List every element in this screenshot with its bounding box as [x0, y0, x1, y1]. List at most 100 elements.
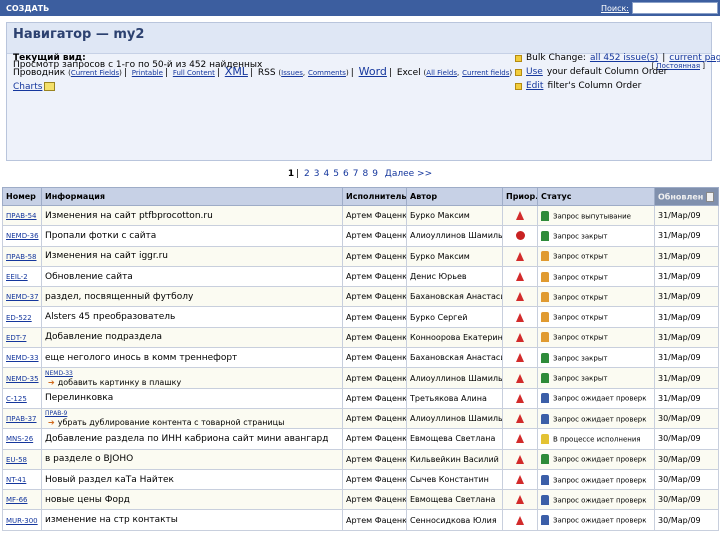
table-row[interactable]: EEIL-2 Обновление сайта Артем Фаценко Денис… — [2, 265, 719, 288]
page-link-3[interactable]: 3 — [312, 169, 322, 179]
issue-summary[interactable]: Изменения на сайт iggr.ru — [45, 251, 168, 261]
table-row[interactable]: ПРАВ-58 Изменения на сайт iggr.ru Артем Фа… — [2, 245, 719, 267]
table-row[interactable]: EU-58 в разделе o BJOHO Артем Фаценко Кильв… — [2, 448, 719, 470]
chart-icon[interactable] — [44, 82, 56, 91]
issue-summary[interactable]: Добавление подраздела — [45, 332, 162, 342]
use-column-order-link[interactable]: Use — [526, 65, 543, 79]
status-cell: Запрос ожидает проверк — [537, 509, 655, 531]
issue-key-link[interactable]: ПРАВ-37 — [6, 415, 37, 423]
charts-link[interactable]: Charts — [13, 82, 42, 92]
table-row[interactable]: ПРАВ-37 ПРАВ-9 ➔ убрать дублирование контен… — [2, 407, 719, 430]
col-header-priority[interactable]: Приор. — [502, 187, 538, 206]
issue-summary[interactable]: Перелинковка — [45, 393, 113, 403]
col-header-info[interactable]: Информация — [41, 187, 343, 206]
excel-current-fields-link[interactable]: Current fields — [462, 69, 509, 77]
table-row[interactable]: ПРАВ-54 Изменения на сайт ptfbprocotton.r… — [2, 204, 719, 227]
table-row[interactable]: NEMD-33 еще неголого инось в комм треннеф… — [2, 347, 719, 369]
page-link-8[interactable]: 8 — [360, 169, 370, 179]
issue-key-link[interactable]: NEMD-36 — [6, 232, 39, 240]
current-fields-link[interactable]: Current Fields — [71, 69, 119, 77]
issue-key-link[interactable]: MNS-26 — [6, 435, 33, 443]
issue-key-link[interactable]: EDT-7 — [6, 334, 26, 342]
issue-key-link[interactable]: NEMD-33 — [6, 354, 39, 362]
printable-link[interactable]: Printable — [132, 69, 163, 77]
status-cell: Запрос закрыт — [537, 367, 655, 389]
table-row[interactable]: NEMD-36 Пропали фотки с сайта Артем Фаценк… — [2, 225, 719, 247]
table-row[interactable]: NT-41 Новый раздел каТа Найтек Артем Фацен… — [2, 468, 719, 491]
issue-summary[interactable]: раздел, посвященный футболу — [45, 292, 193, 302]
create-link[interactable]: СОЗДАТЬ — [6, 4, 49, 13]
col-header-assignee[interactable]: Исполнитель — [342, 187, 407, 206]
edit-column-order-link[interactable]: Edit — [526, 79, 543, 93]
col-header-status[interactable]: Статус — [537, 187, 655, 206]
issue-summary[interactable]: изменение на стр контакты — [45, 515, 178, 525]
bulk-all-link[interactable]: all 452 issue(s) — [590, 51, 658, 65]
col-header-updated[interactable]: Обновлен — [654, 187, 719, 206]
excel-all-fields-link[interactable]: All Fields — [426, 69, 457, 77]
issue-key-link[interactable]: NEMD-35 — [6, 375, 39, 383]
issue-key-cell: NEMD-33 — [2, 347, 42, 369]
issue-key-link[interactable]: ED-522 — [6, 314, 32, 322]
issue-summary[interactable]: Добавление раздела по ИНН кабриона сайт … — [45, 434, 329, 444]
next-page-link[interactable]: Далее >> — [383, 169, 434, 179]
issue-key-link[interactable]: ПРАВ-58 — [6, 253, 37, 261]
issue-key-link[interactable]: NEMD-37 — [6, 293, 39, 301]
issue-summary[interactable]: Обновление сайта — [45, 272, 133, 282]
bulk-current-page-link[interactable]: current page — [669, 51, 720, 65]
page-link-9[interactable]: 9 — [370, 169, 380, 179]
parent-issue-link[interactable]: ПРАВ-9 — [45, 410, 339, 418]
issue-info-cell: еще неголого инось в комм треннефорт — [41, 347, 343, 369]
col-header-author[interactable]: Автор — [406, 187, 503, 206]
issue-key-link[interactable]: MUR-300 — [6, 517, 38, 525]
page-link-7[interactable]: 7 — [351, 169, 361, 179]
table-row[interactable]: С-125 Перелинковка Артем Фаценко Третьякова… — [2, 387, 719, 409]
issue-key-link[interactable]: EEIL-2 — [6, 273, 28, 281]
table-row[interactable]: MUR-300 изменение на стр контакты Артем Фа… — [2, 509, 719, 531]
issue-key-cell: MNS-26 — [2, 428, 42, 450]
xml-link[interactable]: XML — [225, 65, 248, 78]
bulk-change-icon — [515, 54, 522, 62]
subtask-arrow-icon: ➔ — [48, 418, 55, 428]
issue-summary[interactable]: Новый раздел каТа Найтек — [45, 475, 174, 485]
issue-key-link[interactable]: NT-41 — [6, 476, 26, 484]
table-row[interactable]: NEMD-35 NEMD-33 ➔ добавить картинку в плашк… — [2, 367, 719, 389]
status-cell: Запрос ожидает проверк — [537, 407, 655, 430]
rss-issues-link[interactable]: Issues — [281, 69, 303, 77]
page-link-5[interactable]: 5 — [331, 169, 341, 179]
assignee-cell: Артем Фаценко — [342, 326, 407, 349]
rss-comments-link[interactable]: Comments — [308, 69, 346, 77]
status-cell: Запрос ожидает проверк — [537, 448, 655, 470]
issue-key-link[interactable]: MF-66 — [6, 496, 28, 504]
issue-summary[interactable]: в разделе o BJOHO — [45, 454, 133, 464]
issue-summary[interactable]: убрать дублирование контента с товарной … — [58, 418, 285, 427]
issue-key-link[interactable]: EU-58 — [6, 456, 27, 464]
table-row[interactable]: EDT-7 Добавление подраздела Артем Фаценко К… — [2, 326, 719, 349]
status-text: Запрос закрыт — [553, 354, 608, 363]
search-input[interactable] — [632, 2, 718, 14]
issue-key-link[interactable]: ПРАВ-54 — [6, 212, 37, 220]
parent-issue-link[interactable]: NEMD-33 — [45, 370, 339, 378]
issue-summary[interactable]: еще неголого инось в комм треннефорт — [45, 353, 237, 363]
word-link[interactable]: Word — [359, 65, 387, 78]
status-review-icon — [541, 494, 549, 505]
status-review-icon — [541, 474, 549, 485]
page-link-6[interactable]: 6 — [341, 169, 351, 179]
status-cell: Запрос закрыт — [537, 225, 655, 247]
table-row[interactable]: NEMD-37 раздел, посвященный футболу Артем … — [2, 286, 719, 308]
issue-key-link[interactable]: С-125 — [6, 395, 27, 403]
issue-summary[interactable]: Изменения на сайт ptfbprocotton.ru — [45, 211, 213, 221]
page-link-2[interactable]: 2 — [302, 169, 312, 179]
search-label[interactable]: Поиск: — [601, 4, 629, 13]
updated-cell: 30/Мар/09 — [654, 489, 719, 511]
table-row[interactable]: ED-522 Alsters 45 преобразователь Артем Фа… — [2, 306, 719, 328]
page-link-4[interactable]: 4 — [322, 169, 332, 179]
issue-summary[interactable]: добавить картинку в плашку — [58, 378, 182, 387]
issue-summary[interactable]: новые цены Форд — [45, 495, 130, 505]
full-content-link[interactable]: Full Content — [173, 69, 215, 77]
issue-summary[interactable]: Alsters 45 преобразователь — [45, 312, 175, 322]
table-row[interactable]: MF-66 новые цены Форд Артем Фаценко Евмощев… — [2, 489, 719, 511]
table-row[interactable]: MNS-26 Добавление раздела по ИНН кабриона… — [2, 428, 719, 450]
col-header-key[interactable]: Номер — [2, 187, 42, 206]
issue-summary[interactable]: Пропали фотки с сайта — [45, 231, 156, 241]
priority-cell — [502, 428, 538, 450]
